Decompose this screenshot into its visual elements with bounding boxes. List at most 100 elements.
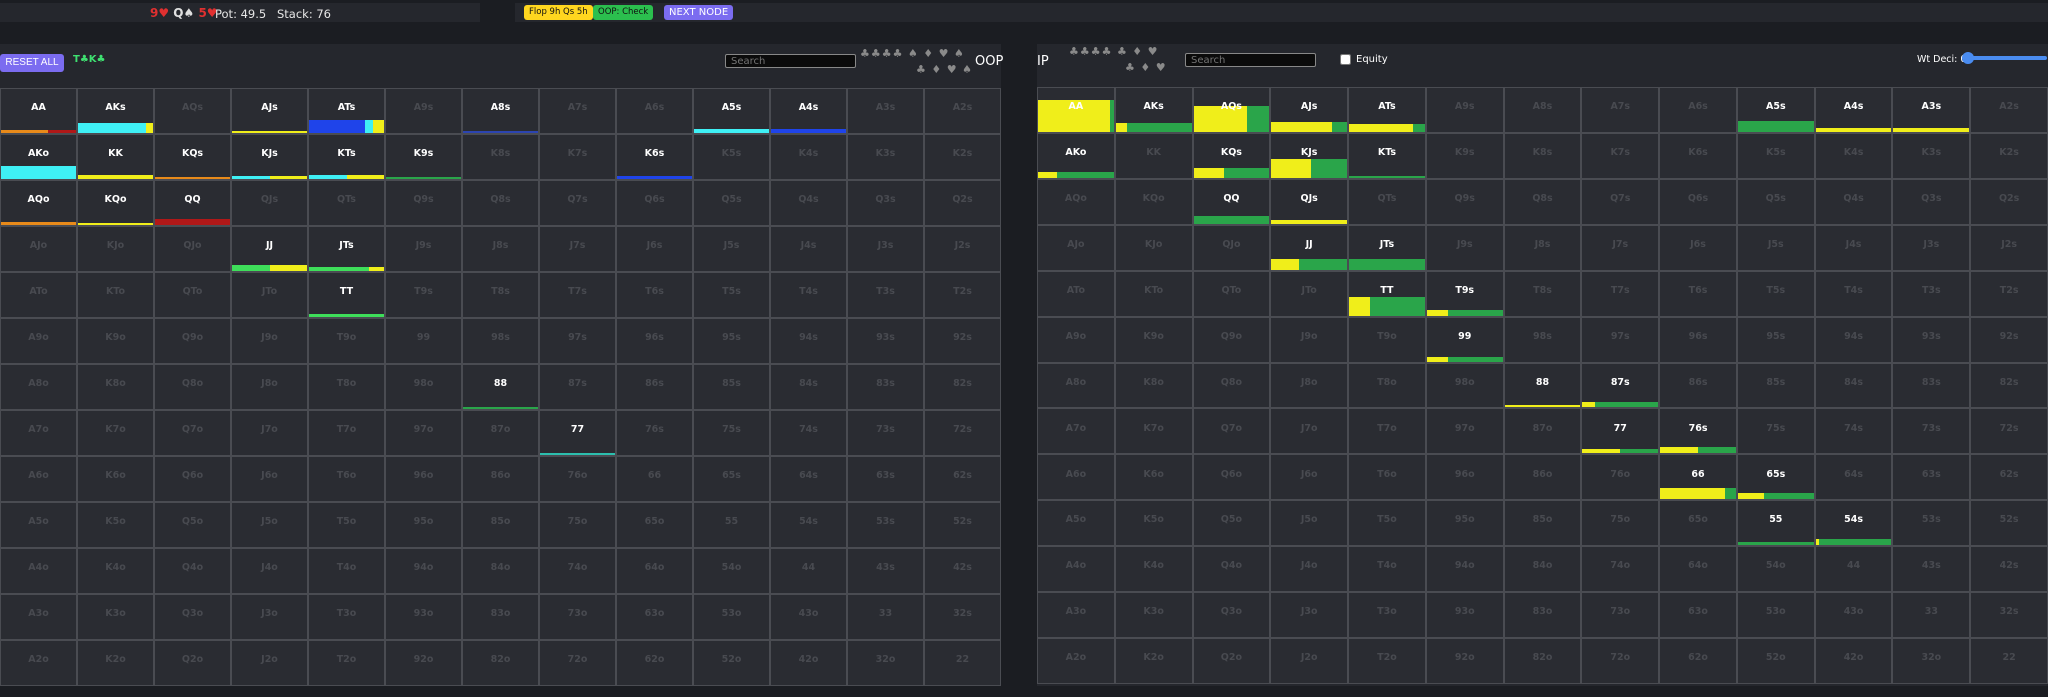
oop-hand-cell[interactable]: 85s	[693, 364, 770, 410]
oop-hand-cell[interactable]: A6s	[616, 88, 693, 134]
ip-hand-cell[interactable]: J5s	[1736, 224, 1815, 271]
oop-hand-cell[interactable]: 43o	[770, 594, 847, 640]
oop-hand-cell[interactable]: 54s	[770, 502, 847, 548]
oop-hand-cell[interactable]: A8s	[462, 88, 539, 134]
oop-hand-cell[interactable]: K9o	[77, 318, 154, 364]
ip-hand-cell[interactable]: Q8o	[1192, 362, 1271, 409]
oop-hand-cell[interactable]: J5s	[693, 226, 770, 272]
oop-hand-cell[interactable]: K8s	[462, 134, 539, 180]
oop-hand-cell[interactable]: 92o	[385, 640, 462, 686]
oop-hand-cell[interactable]: A9o	[0, 318, 77, 364]
oop-hand-cell[interactable]: QTs	[308, 180, 385, 226]
ip-hand-cell[interactable]: 85o	[1503, 500, 1582, 547]
ip-hand-cell[interactable]: 99	[1425, 316, 1504, 363]
ip-hand-cell[interactable]: 43o	[1814, 592, 1893, 639]
next-node-button[interactable]: NEXT NODE	[664, 5, 734, 20]
ip-hand-cell[interactable]: Q7s	[1581, 178, 1660, 225]
ip-hand-cell[interactable]: 54s	[1814, 500, 1893, 547]
ip-hand-cell[interactable]: K8s	[1503, 132, 1582, 179]
ip-hand-cell[interactable]: 88	[1503, 362, 1582, 409]
ip-hand-cell[interactable]: AA	[1037, 87, 1115, 133]
ip-hand-cell[interactable]: QTo	[1192, 270, 1271, 317]
oop-hand-cell[interactable]: K2o	[77, 640, 154, 686]
wt-deci-slider[interactable]	[1962, 52, 2047, 64]
oop-hand-cell[interactable]: K7o	[77, 410, 154, 456]
ip-hand-cell[interactable]: A4s	[1814, 87, 1893, 133]
oop-hand-cell[interactable]: 44	[770, 548, 847, 594]
suit-filter-icons[interactable]: ♣♣♣♣ ♣ ♦ ♥ ♣ ♦ ♥	[1069, 44, 1167, 76]
suit-filter-icons[interactable]: ♣♣♣♣ ♠ ♦ ♥ ♠ ♣ ♦ ♥ ♠	[860, 46, 973, 78]
oop-hand-cell[interactable]: J4o	[231, 548, 308, 594]
oop-hand-cell[interactable]: JJ	[231, 226, 308, 272]
oop-hand-cell[interactable]: QJs	[231, 180, 308, 226]
oop-hand-cell[interactable]: Q3s	[847, 180, 924, 226]
oop-hand-cell[interactable]: J7s	[539, 226, 616, 272]
oop-hand-cell[interactable]: 96o	[385, 456, 462, 502]
oop-hand-cell[interactable]: T3o	[308, 594, 385, 640]
oop-hand-cell[interactable]: J7o	[231, 410, 308, 456]
ip-hand-cell[interactable]: T2o	[1348, 638, 1426, 684]
ip-hand-cell[interactable]: 64s	[1814, 454, 1893, 501]
oop-hand-cell[interactable]: K2s	[924, 134, 1001, 180]
oop-hand-cell[interactable]: T5o	[308, 502, 385, 548]
ip-hand-cell[interactable]: KJo	[1114, 224, 1193, 271]
oop-hand-cell[interactable]: 63o	[616, 594, 693, 640]
ip-hand-cell[interactable]: K4s	[1814, 132, 1893, 179]
ip-hand-cell[interactable]: A3s	[1892, 87, 1971, 133]
ip-hand-cell[interactable]: K9s	[1425, 132, 1504, 179]
ip-hand-cell[interactable]: K2s	[1970, 132, 2048, 179]
oop-action-pill[interactable]: OOP: Check	[593, 5, 654, 20]
ip-hand-cell[interactable]: J8s	[1503, 224, 1582, 271]
ip-hand-cell[interactable]: 93o	[1425, 592, 1504, 639]
oop-hand-cell[interactable]: 99	[385, 318, 462, 364]
ip-hand-cell[interactable]: 97s	[1581, 316, 1660, 363]
oop-hand-cell[interactable]: 73o	[539, 594, 616, 640]
oop-hand-cell[interactable]: A3o	[0, 594, 77, 640]
oop-hand-cell[interactable]: A9s	[385, 88, 462, 134]
ip-hand-cell[interactable]: 73o	[1581, 592, 1660, 639]
oop-hand-cell[interactable]: 65o	[616, 502, 693, 548]
oop-hand-cell[interactable]: 85o	[462, 502, 539, 548]
oop-hand-cell[interactable]: J9s	[385, 226, 462, 272]
oop-hand-cell[interactable]: 42s	[924, 548, 1001, 594]
oop-hand-cell[interactable]: A5s	[693, 88, 770, 134]
oop-hand-cell[interactable]: 62s	[924, 456, 1001, 502]
ip-hand-cell[interactable]: 74o	[1581, 546, 1660, 593]
ip-hand-cell[interactable]: 53s	[1892, 500, 1971, 547]
ip-hand-cell[interactable]: J9s	[1425, 224, 1504, 271]
oop-hand-cell[interactable]: TT	[308, 272, 385, 318]
oop-hand-cell[interactable]: A2o	[0, 640, 77, 686]
ip-hand-cell[interactable]: T2s	[1970, 270, 2048, 317]
oop-hand-cell[interactable]: 83o	[462, 594, 539, 640]
oop-hand-cell[interactable]: 82s	[924, 364, 1001, 410]
oop-hand-cell[interactable]: K9s	[385, 134, 462, 180]
ip-hand-cell[interactable]: Q2o	[1192, 638, 1271, 684]
oop-hand-cell[interactable]: 52s	[924, 502, 1001, 548]
ip-hand-cell[interactable]: Q6s	[1659, 178, 1737, 225]
ip-hand-cell[interactable]: J5o	[1270, 500, 1349, 547]
oop-hand-cell[interactable]: 33	[847, 594, 924, 640]
oop-hand-cell[interactable]: 32o	[847, 640, 924, 686]
ip-hand-cell[interactable]: Q6o	[1192, 454, 1271, 501]
oop-hand-cell[interactable]: 87o	[462, 410, 539, 456]
oop-hand-cell[interactable]: Q7s	[539, 180, 616, 226]
oop-hand-cell[interactable]: K5o	[77, 502, 154, 548]
ip-hand-cell[interactable]: 65s	[1736, 454, 1815, 501]
ip-hand-cell[interactable]: 96o	[1425, 454, 1504, 501]
oop-hand-cell[interactable]: T5s	[693, 272, 770, 318]
ip-hand-cell[interactable]: 73s	[1892, 408, 1971, 455]
ip-hand-cell[interactable]: QJs	[1270, 178, 1349, 225]
ip-hand-cell[interactable]: 84s	[1814, 362, 1893, 409]
ip-hand-cell[interactable]: KTs	[1348, 132, 1426, 179]
ip-hand-cell[interactable]: J4s	[1814, 224, 1893, 271]
ip-hand-cell[interactable]: K5o	[1114, 500, 1193, 547]
ip-hand-cell[interactable]: Q5s	[1736, 178, 1815, 225]
ip-hand-cell[interactable]: A5s	[1736, 87, 1815, 133]
ip-hand-cell[interactable]: K7s	[1581, 132, 1660, 179]
oop-hand-cell[interactable]: K6o	[77, 456, 154, 502]
oop-hand-cell[interactable]: 42o	[770, 640, 847, 686]
ip-hand-cell[interactable]: 32s	[1970, 592, 2048, 639]
oop-hand-cell[interactable]: KJs	[231, 134, 308, 180]
oop-hand-cell[interactable]: T7o	[308, 410, 385, 456]
oop-hand-cell[interactable]: 32s	[924, 594, 1001, 640]
